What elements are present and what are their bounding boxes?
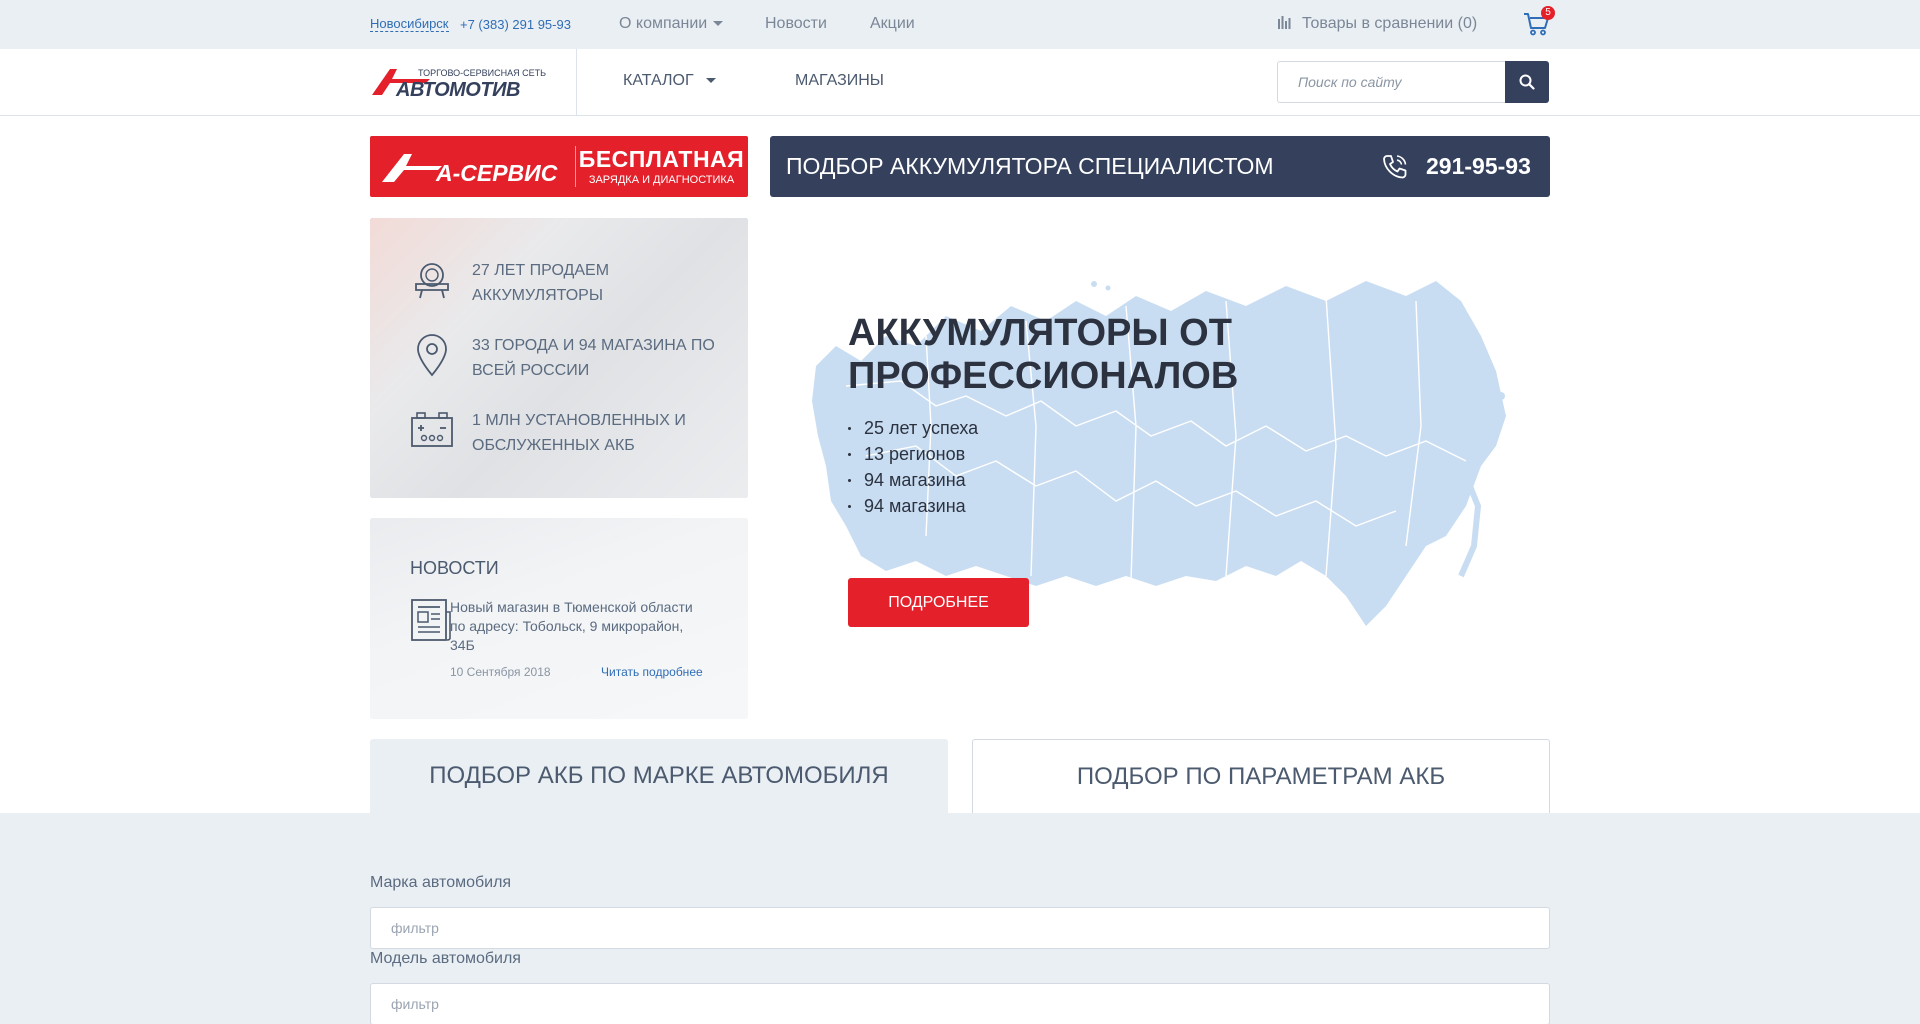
menu-item-news[interactable]: Новости [765, 15, 827, 33]
logo-tagline: ТОРГОВО-СЕРВИСНАЯ СЕТЬ [418, 68, 546, 78]
main-header: ТОРГОВО-СЕРВИСНАЯ СЕТЬ АВТОМОТИВ КАТАЛОГ… [0, 49, 1920, 116]
nav-stores[interactable]: МАГАЗИНЫ [795, 72, 884, 90]
list-item: 94 магазина [848, 493, 978, 519]
list-item: 25 лет успеха [848, 415, 978, 441]
search-input[interactable] [1277, 61, 1505, 103]
battery-selection-banner[interactable]: ПОДБОР АККУМУЛЯТОРА СПЕЦИАЛИСТОМ 291-95-… [770, 136, 1550, 197]
list-item: 94 магазина [848, 467, 978, 493]
search-icon [1519, 74, 1535, 90]
chevron-down-icon [713, 21, 724, 27]
award-icon [415, 263, 449, 299]
tab-by-battery-params[interactable]: ПОДБОР ПО ПАРАМЕТРАМ АКБ [972, 739, 1550, 813]
phone-icon [1383, 155, 1407, 179]
service-banner-subtitle: ЗАРЯДКА И ДИАГНОСТИКА [588, 174, 735, 186]
a-service-logo: А-СЕРВИС [382, 154, 558, 184]
header-divider [576, 49, 577, 115]
battery-banner-title: ПОДБОР АККУМУЛЯТОРА СПЕЦИАЛИСТОМ [786, 153, 1274, 179]
car-brand-filter-input[interactable] [370, 907, 1550, 949]
news-heading: НОВОСТИ [410, 558, 499, 578]
car-model-label: Модель автомобиля [370, 950, 521, 967]
nav-catalog-label: КАТАЛОГ [623, 72, 694, 89]
news-date: 10 Сентября 2018 [450, 665, 551, 679]
stats-card: 27 ЛЕТ ПРОДАЕМ АККУМУЛЯТОРЫ 33 ГОРОДА И … [370, 218, 748, 498]
stat-batteries: 1 МЛН УСТАНОВЛЕННЫХ И ОБСЛУЖЕННЫХ АКБ [410, 408, 740, 458]
battery-icon [411, 412, 453, 447]
news-read-more-link[interactable]: Читать подробнее [601, 665, 703, 679]
stat-batteries-text: 1 МЛН УСТАНОВЛЕННЫХ И ОБСЛУЖЕННЫХ АКБ [472, 412, 686, 454]
newspaper-icon [411, 599, 451, 641]
stat-cities-text: 33 ГОРОДА И 94 МАГАЗИНА ПО ВСЕЙ РОССИИ [472, 337, 715, 379]
news-card: НОВОСТИ Новый магазин в Тюменской област… [370, 518, 748, 719]
service-banner-title: БЕСПЛАТНАЯ [578, 146, 745, 172]
stat-years: 27 ЛЕТ ПРОДАЕМ АККУМУЛЯТОРЫ [410, 258, 740, 308]
a-service-logo-text: А-СЕРВИС [435, 160, 558, 184]
logo-name: АВТОМОТИВ [395, 79, 520, 97]
search-button[interactable] [1505, 61, 1549, 103]
compare-link[interactable]: Товары в сравнении (0) [1278, 15, 1477, 33]
battery-banner-phone[interactable]: 291-95-93 [1426, 153, 1531, 180]
more-details-button[interactable]: ПОДРОБНЕЕ [848, 578, 1029, 627]
city-selector[interactable]: Новосибирск [370, 17, 449, 32]
stat-years-text: 27 ЛЕТ ПРОДАЕМ АККУМУЛЯТОРЫ [472, 262, 610, 304]
news-text: Новый магазин в Тюменской области по адр… [450, 599, 693, 653]
chevron-down-icon [705, 78, 716, 84]
menu-item-promotions[interactable]: Акции [870, 15, 915, 33]
list-item: 13 регионов [848, 441, 978, 467]
menu-item-about-label: О компании [619, 15, 708, 32]
car-brand-label: Марка автомобиля [370, 874, 512, 891]
hero-benefits-list: 25 лет успеха 13 регионов 94 магазина 94… [848, 415, 978, 519]
stat-cities: 33 ГОРОДА И 94 МАГАЗИНА ПО ВСЕЙ РОССИИ [410, 333, 740, 383]
tab-by-car-brand[interactable]: ПОДБОР АКБ ПО МАРКЕ АВТОМОБИЛЯ [370, 739, 948, 813]
top-bar: Новосибирск +7 (383) 291 95-93 О компани… [0, 0, 1920, 49]
nav-catalog[interactable]: КАТАЛОГ [623, 72, 716, 90]
hero-title: АККУМУЛЯТОРЫ ОТ ПРОФЕССИОНАЛОВ [848, 312, 1239, 397]
menu-item-about[interactable]: О компании [619, 15, 724, 33]
service-banner[interactable]: А-СЕРВИС БЕСПЛАТНАЯ ЗАРЯДКА И ДИАГНОСТИК… [370, 136, 748, 197]
location-pin-icon [417, 334, 447, 377]
header-phone-link[interactable]: +7 (383) 291 95-93 [460, 17, 571, 32]
automotiv-logo[interactable]: ТОРГОВО-СЕРВИСНАЯ СЕТЬ АВТОМОТИВ [370, 67, 556, 97]
car-model-filter-input[interactable] [370, 983, 1550, 1024]
cart-count-badge: 5 [1541, 6, 1555, 20]
